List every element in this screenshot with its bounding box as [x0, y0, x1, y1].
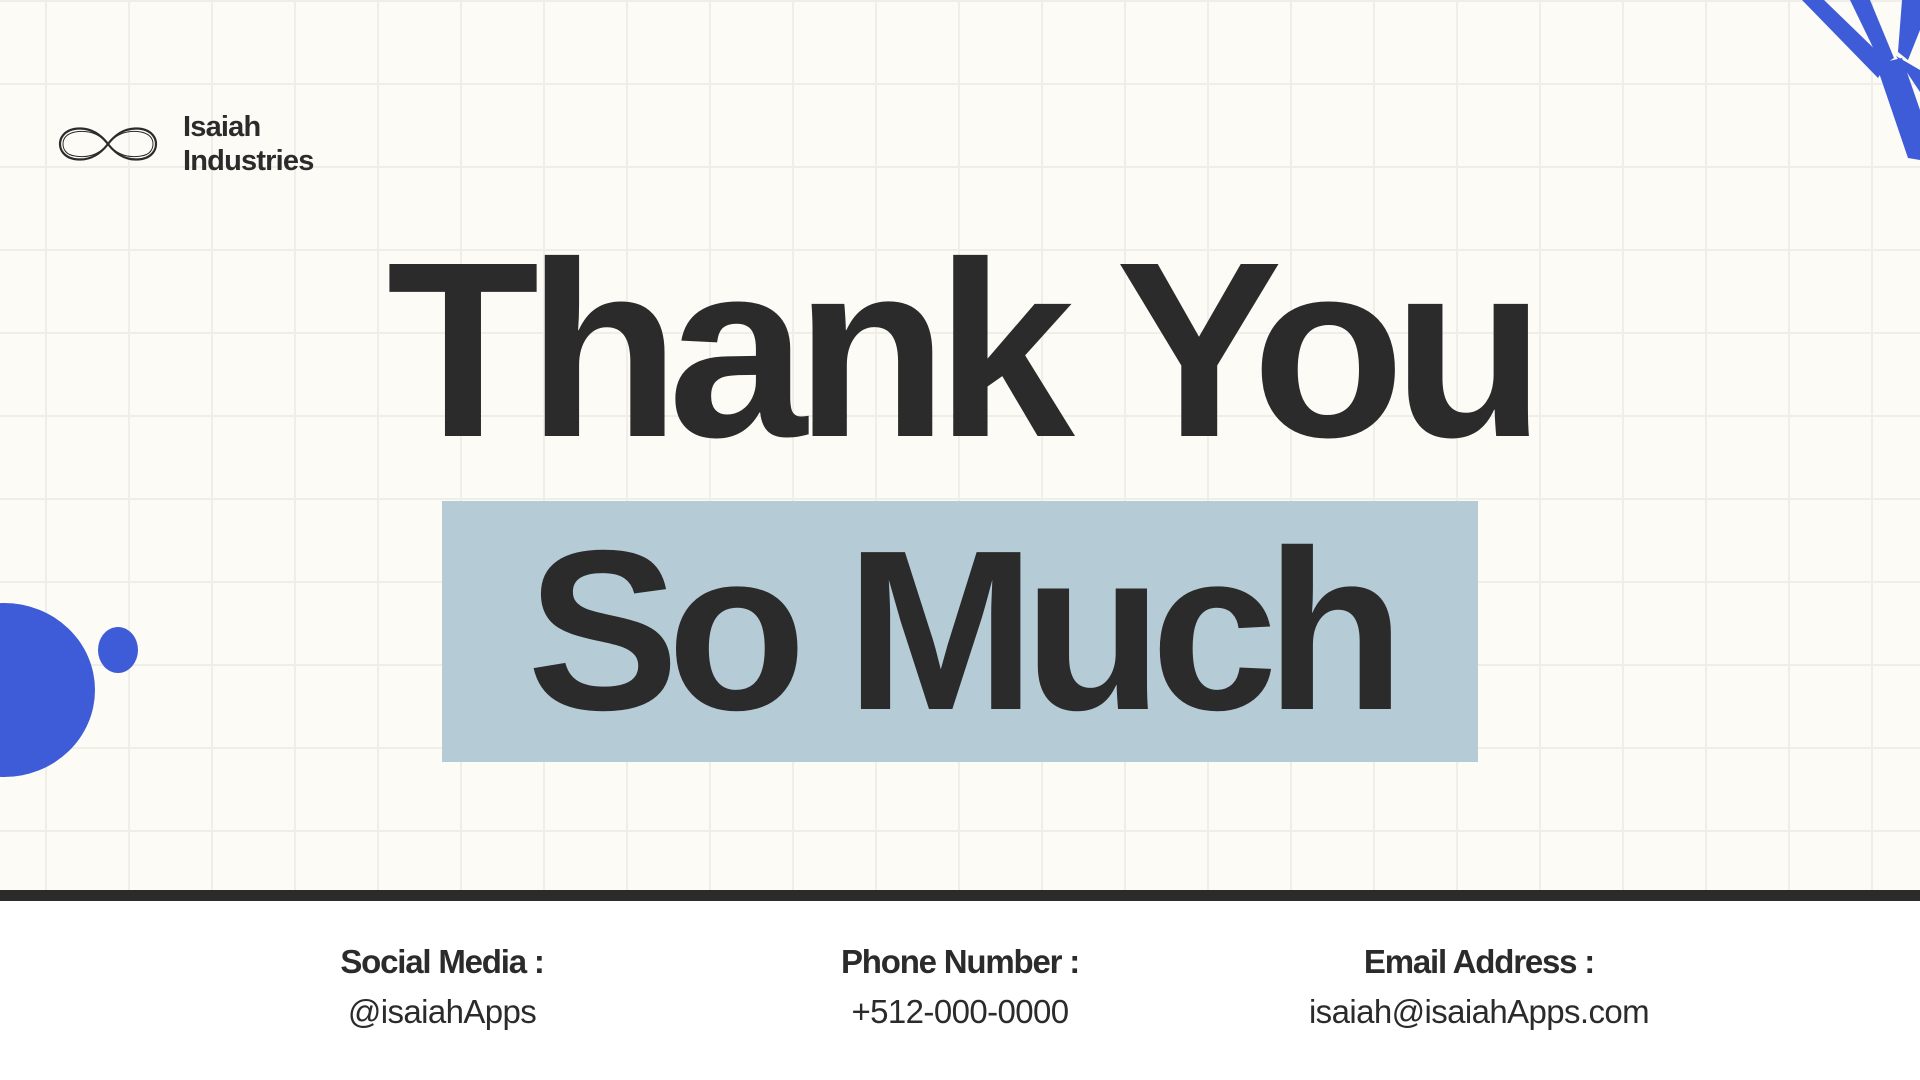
burst-decoration-icon [1802, 0, 1920, 160]
thank-you-slide: Isaiah Industries Thank You So Much Soci… [0, 0, 1920, 1080]
contact-label: Social Media : [340, 943, 544, 980]
contact-value[interactable]: isaiah@isaiahApps.com [1229, 992, 1729, 1032]
brand-logo: Isaiah Industries [58, 110, 314, 178]
footer-divider [0, 890, 1920, 901]
contact-label: Phone Number : [840, 943, 1080, 980]
headline-line1: Thank You [386, 210, 1546, 489]
contact-phone-number: Phone Number : +512-000-0000 [710, 942, 1210, 1031]
contact-footer: Social Media : @isaiahApps Phone Number … [0, 901, 1920, 1080]
contact-label: Email Address : [1363, 943, 1595, 980]
contact-email-address: Email Address : isaiah@isaiahApps.com [1229, 942, 1729, 1031]
contact-value[interactable]: @isaiahApps [192, 992, 692, 1032]
contact-value[interactable]: +512-000-0000 [710, 992, 1210, 1032]
headline-line2: So Much [527, 504, 1405, 758]
brand-name-line2: Industries [183, 145, 314, 177]
small-circle-decoration [98, 627, 138, 673]
contact-social-media: Social Media : @isaiahApps [192, 942, 692, 1031]
brand-name-line1: Isaiah [183, 111, 261, 143]
brand-name: Isaiah Industries [183, 110, 314, 178]
infinity-icon [58, 127, 158, 161]
